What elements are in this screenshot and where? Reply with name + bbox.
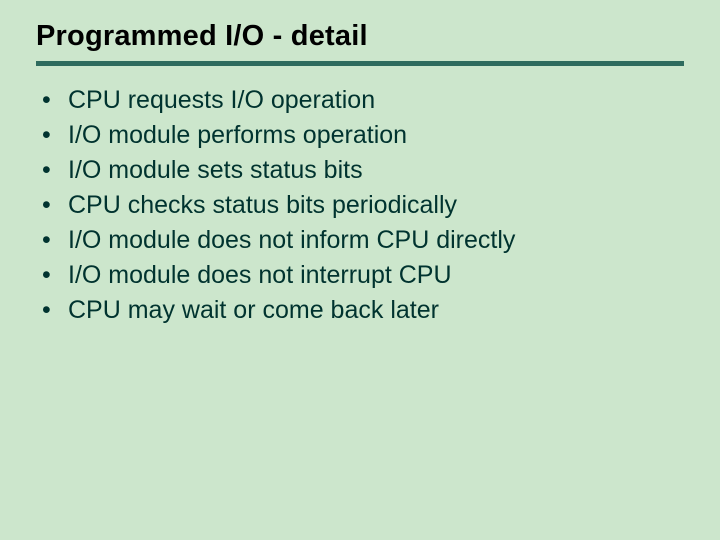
slide: Programmed I/O - detail CPU requests I/O… [0,0,720,540]
list-item: I/O module does not inform CPU directly [38,224,684,257]
list-item: I/O module does not interrupt CPU [38,259,684,292]
list-item: CPU checks status bits periodically [38,189,684,222]
list-item: CPU may wait or come back later [38,294,684,327]
list-item: I/O module performs operation [38,119,684,152]
list-item: CPU requests I/O operation [38,84,684,117]
bullet-list: CPU requests I/O operation I/O module pe… [36,84,684,327]
list-item: I/O module sets status bits [38,154,684,187]
slide-title: Programmed I/O - detail [36,20,684,66]
